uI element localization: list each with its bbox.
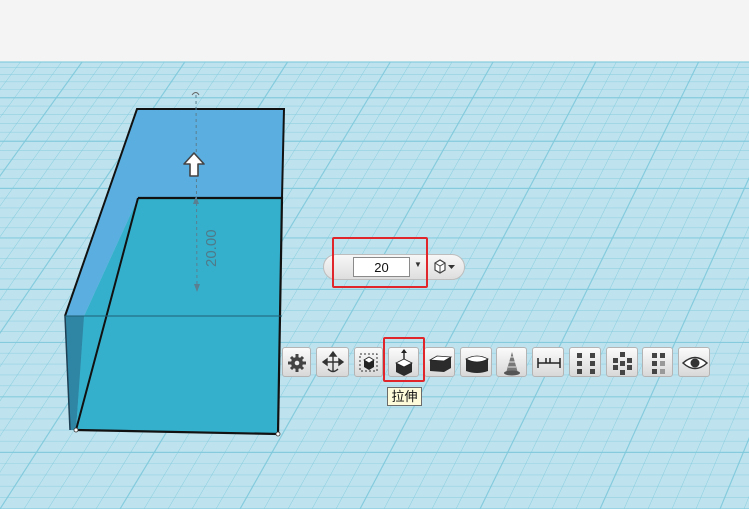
grid-pattern-tool-button[interactable] bbox=[569, 347, 601, 377]
fillet-tool-button[interactable] bbox=[460, 347, 492, 377]
settings-tool-button[interactable] bbox=[282, 347, 311, 377]
snap-cube-dropdown-icon[interactable] bbox=[432, 259, 456, 275]
dimension-label: 20.00 bbox=[203, 229, 220, 267]
fillet-icon bbox=[465, 355, 489, 373]
twist-tool-button[interactable] bbox=[496, 347, 527, 377]
value-highlight bbox=[332, 237, 428, 288]
linear-pattern-icon bbox=[652, 353, 665, 374]
measure-icon bbox=[537, 358, 561, 368]
measure-tool-button[interactable] bbox=[532, 347, 564, 377]
extrude-tool-highlight bbox=[383, 337, 425, 382]
move-tool-button[interactable] bbox=[316, 347, 349, 377]
circular-pattern-tool-button[interactable] bbox=[606, 347, 638, 377]
linear-pattern-tool-button[interactable] bbox=[642, 347, 673, 377]
shell-icon bbox=[428, 355, 453, 372]
circular-pattern-icon bbox=[613, 352, 632, 375]
eye-icon bbox=[681, 356, 709, 370]
gear-icon bbox=[288, 354, 306, 372]
select-box-icon bbox=[359, 353, 378, 372]
viewport[interactable]: 20.00 ▼ bbox=[0, 0, 749, 509]
visibility-tool-button[interactable] bbox=[678, 347, 710, 377]
move-arrows-icon bbox=[321, 350, 345, 373]
twist-icon bbox=[504, 352, 520, 376]
extrude-tooltip: 拉伸 bbox=[387, 387, 422, 406]
grid-pattern-icon bbox=[577, 353, 595, 374]
shell-tool-button[interactable] bbox=[424, 347, 455, 377]
select-tool-button[interactable] bbox=[354, 347, 383, 377]
